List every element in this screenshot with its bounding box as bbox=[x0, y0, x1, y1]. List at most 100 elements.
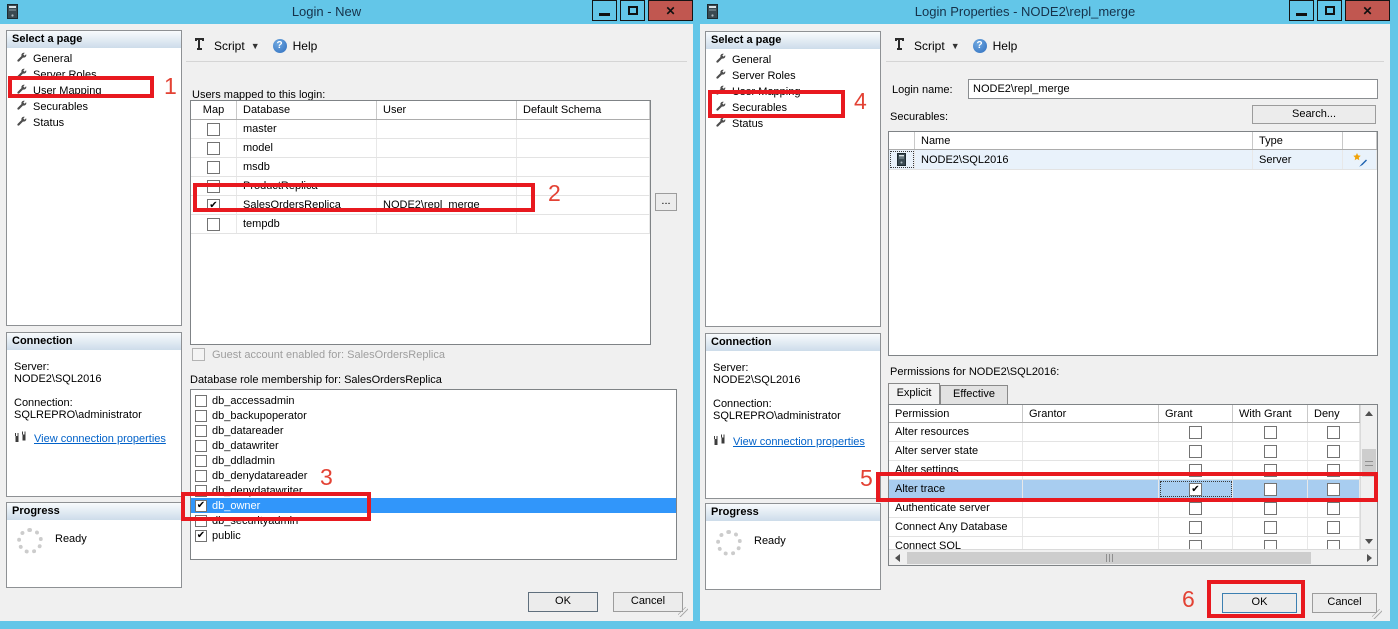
horizontal-scroll-thumb[interactable] bbox=[907, 552, 1311, 564]
maximize-button[interactable] bbox=[620, 0, 645, 21]
role-checkbox[interactable] bbox=[195, 469, 207, 482]
permission-cell: Alter resources bbox=[889, 423, 1023, 441]
scroll-up-button[interactable] bbox=[1361, 405, 1377, 421]
search-button[interactable]: Search... bbox=[1252, 105, 1376, 124]
with-grant-checkbox[interactable] bbox=[1263, 444, 1277, 458]
map-checkbox[interactable] bbox=[207, 160, 220, 174]
list-item[interactable]: db_denydatareader bbox=[191, 468, 676, 483]
database-cell: tempdb bbox=[237, 215, 377, 233]
titlebar[interactable]: Login Properties - NODE2\repl_merge ✕ bbox=[700, 0, 1390, 24]
table-row[interactable]: model bbox=[191, 139, 650, 158]
user-cell[interactable] bbox=[377, 120, 517, 138]
with-grant-checkbox[interactable] bbox=[1263, 501, 1277, 515]
role-checkbox[interactable] bbox=[195, 424, 207, 437]
default-schema-cell[interactable] bbox=[517, 215, 650, 233]
sidebar-item-status[interactable]: Status bbox=[706, 116, 880, 132]
horizontal-scrollbar[interactable] bbox=[889, 549, 1377, 565]
table-row[interactable]: master bbox=[191, 120, 650, 139]
browse-ellipsis-button[interactable]: ... bbox=[655, 193, 677, 211]
grant-checkbox[interactable] bbox=[1189, 501, 1202, 515]
default-schema-cell[interactable] bbox=[517, 139, 650, 157]
list-item[interactable]: ✔ public bbox=[191, 528, 676, 543]
grantor-cell bbox=[1023, 442, 1159, 460]
column-header-name: Name bbox=[915, 132, 1253, 149]
database-cell: master bbox=[237, 120, 377, 138]
login-name-field[interactable] bbox=[968, 79, 1378, 99]
with-grant-checkbox[interactable] bbox=[1263, 425, 1277, 439]
user-cell[interactable] bbox=[377, 158, 517, 176]
permission-row[interactable]: Alter resources bbox=[889, 423, 1377, 442]
role-checkbox[interactable] bbox=[195, 439, 207, 452]
securable-row-node2-sql2016[interactable]: NODE2\SQL2016 Server bbox=[889, 150, 1377, 170]
resize-grip[interactable] bbox=[1372, 609, 1382, 619]
role-checkbox[interactable] bbox=[195, 409, 207, 422]
map-checkbox[interactable] bbox=[207, 217, 220, 231]
close-button[interactable]: ✕ bbox=[648, 0, 693, 21]
user-cell[interactable] bbox=[377, 215, 517, 233]
script-dropdown-icon[interactable]: ▼ bbox=[951, 41, 960, 51]
help-button[interactable]: Help bbox=[293, 39, 318, 53]
view-connection-properties-link[interactable]: View connection properties bbox=[733, 436, 865, 448]
role-checkbox[interactable]: ✔ bbox=[195, 529, 207, 542]
default-schema-cell[interactable] bbox=[517, 120, 650, 138]
tab-effective[interactable]: Effective bbox=[940, 385, 1008, 404]
titlebar[interactable]: Login - New ✕ bbox=[0, 0, 693, 24]
deny-checkbox[interactable] bbox=[1327, 501, 1340, 515]
user-cell[interactable] bbox=[377, 139, 517, 157]
help-button[interactable]: Help bbox=[993, 39, 1018, 53]
list-item[interactable]: db_accessadmin bbox=[191, 393, 676, 408]
deny-checkbox[interactable] bbox=[1327, 444, 1340, 458]
scroll-left-button[interactable] bbox=[889, 550, 905, 565]
annotation-box-3 bbox=[181, 492, 371, 521]
grant-checkbox[interactable] bbox=[1189, 444, 1202, 458]
deny-checkbox[interactable] bbox=[1327, 425, 1340, 439]
script-button[interactable]: Script bbox=[214, 39, 245, 53]
tab-explicit[interactable]: Explicit bbox=[888, 383, 940, 404]
minimize-button[interactable] bbox=[592, 0, 617, 21]
default-schema-cell[interactable] bbox=[517, 196, 650, 214]
table-row[interactable]: msdb bbox=[191, 158, 650, 177]
resize-grip[interactable] bbox=[678, 607, 688, 617]
desktop: Login - New ✕ Select a page General Serv… bbox=[0, 0, 1398, 629]
list-item[interactable]: db_ddladmin bbox=[191, 453, 676, 468]
grant-checkbox[interactable] bbox=[1189, 520, 1202, 534]
default-schema-cell[interactable] bbox=[517, 158, 650, 176]
cancel-button[interactable]: Cancel bbox=[613, 592, 683, 612]
map-checkbox[interactable] bbox=[207, 122, 220, 136]
database-cell: msdb bbox=[237, 158, 377, 176]
script-dropdown-icon[interactable]: ▼ bbox=[251, 41, 260, 51]
progress-status: Ready bbox=[754, 535, 786, 547]
list-item[interactable]: db_datawriter bbox=[191, 438, 676, 453]
sidebar-item-status[interactable]: Status bbox=[7, 115, 181, 131]
deny-checkbox[interactable] bbox=[1327, 520, 1340, 534]
securable-name-cell: NODE2\SQL2016 bbox=[915, 150, 1253, 169]
permission-row[interactable]: Alter server state bbox=[889, 442, 1377, 461]
view-connection-properties-link[interactable]: View connection properties bbox=[34, 433, 166, 445]
cancel-button[interactable]: Cancel bbox=[1312, 593, 1377, 613]
list-item[interactable]: db_backupoperator bbox=[191, 408, 676, 423]
add-securable-icon[interactable] bbox=[1343, 150, 1377, 169]
role-checkbox[interactable] bbox=[195, 454, 207, 467]
grant-checkbox[interactable] bbox=[1189, 425, 1202, 439]
with-grant-checkbox[interactable] bbox=[1263, 520, 1277, 534]
sidebar-item-label: General bbox=[732, 54, 772, 66]
maximize-button[interactable] bbox=[1317, 0, 1342, 21]
server-value: NODE2\SQL2016 bbox=[14, 373, 102, 385]
scroll-right-button[interactable] bbox=[1361, 550, 1377, 565]
sidebar-item-server-roles[interactable]: Server Roles bbox=[706, 68, 880, 84]
minimize-button[interactable] bbox=[1289, 0, 1314, 21]
sidebar-item-general[interactable]: General bbox=[706, 52, 880, 68]
close-button[interactable]: ✕ bbox=[1345, 0, 1390, 21]
default-schema-cell[interactable] bbox=[517, 177, 650, 195]
script-button[interactable]: Script bbox=[914, 39, 945, 53]
list-item[interactable]: db_datareader bbox=[191, 423, 676, 438]
scroll-down-button[interactable] bbox=[1361, 533, 1377, 549]
ok-button[interactable]: OK bbox=[528, 592, 598, 612]
sidebar-item-general[interactable]: General bbox=[7, 51, 181, 67]
map-checkbox[interactable] bbox=[207, 141, 220, 155]
sidebar-item-securables[interactable]: Securables bbox=[7, 99, 181, 115]
column-header-default-schema: Default Schema bbox=[517, 101, 650, 119]
permission-row[interactable]: Connect Any Database bbox=[889, 518, 1377, 537]
role-checkbox[interactable] bbox=[195, 394, 207, 407]
table-row[interactable]: tempdb bbox=[191, 215, 650, 234]
